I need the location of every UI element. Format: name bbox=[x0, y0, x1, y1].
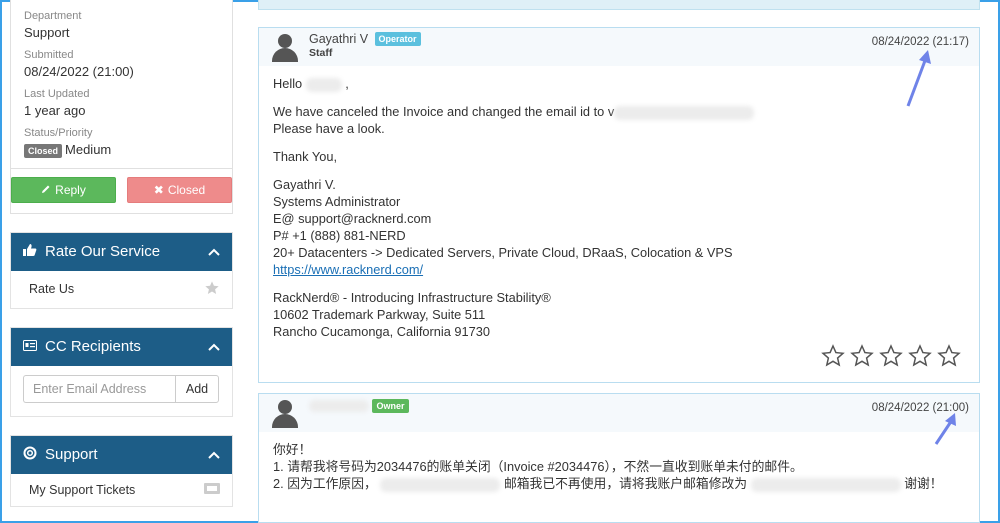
pencil-icon bbox=[41, 183, 51, 197]
ticket-sidebar: Department Support Submitted 08/24/2022 … bbox=[10, 0, 233, 507]
redacted-new-email bbox=[750, 477, 901, 492]
submitted-label: Submitted bbox=[24, 49, 74, 61]
signature-phone: P# +1 (888) 881-NERD bbox=[273, 228, 406, 243]
rating-star-2[interactable] bbox=[850, 344, 874, 368]
body-line-1: We have canceled the Invoice and changed… bbox=[273, 104, 615, 119]
rating-star-1[interactable] bbox=[821, 344, 845, 368]
signature-email: E@ support@racknerd.com bbox=[273, 211, 432, 226]
reply-label: Reply bbox=[55, 182, 86, 197]
cc-recipients-title: CC Recipients bbox=[45, 338, 141, 356]
my-support-tickets-item[interactable]: My Support Tickets bbox=[11, 474, 232, 506]
redacted-old-email bbox=[380, 477, 501, 492]
address-card-icon bbox=[23, 338, 37, 355]
owner-badge: Owner bbox=[372, 399, 409, 413]
rating-star-5[interactable] bbox=[937, 344, 961, 368]
chevron-up-icon bbox=[208, 338, 220, 355]
signature-name: Gayathri V. bbox=[273, 177, 336, 192]
closed-button[interactable]: ✖ Closed bbox=[127, 176, 232, 203]
body-line-2a: 2. 因为工作原因， bbox=[273, 476, 377, 491]
body-line-1: 1. 请帮我将号码为2034476的账单关闭（Invoice #2034476）… bbox=[273, 459, 803, 474]
redacted-name bbox=[305, 77, 342, 92]
times-icon: ✖ bbox=[153, 182, 164, 197]
annotation-arrow-icon bbox=[906, 50, 931, 107]
rate-us-item[interactable]: Rate Us bbox=[11, 271, 232, 308]
rating-star-3[interactable] bbox=[879, 344, 903, 368]
my-support-tickets-label: My Support Tickets bbox=[29, 482, 136, 497]
priority-value: Medium bbox=[65, 142, 112, 157]
reply-body: 你好！ 1. 请帮我将号码为2034476的账单关闭（Invoice #2034… bbox=[259, 432, 979, 502]
ticket-reply-owner: Owner 08/24/2022 (21:00) 你好！ 1. 请帮我将号码为2… bbox=[258, 393, 980, 523]
ticket-status-bar bbox=[258, 0, 980, 10]
closed-label: Closed bbox=[167, 182, 206, 197]
body-line-2: Please have a look. bbox=[273, 121, 385, 136]
cc-add-button[interactable]: Add bbox=[175, 374, 219, 403]
signature-datacenters: 20+ Datacenters -> Dedicated Servers, Pr… bbox=[273, 245, 733, 260]
department-label: Department bbox=[24, 10, 82, 22]
chevron-up-icon bbox=[208, 446, 220, 463]
life-ring-icon bbox=[23, 446, 37, 464]
cc-recipients-header[interactable]: CC Recipients bbox=[11, 327, 232, 366]
star-icon bbox=[204, 280, 220, 299]
cc-email-input[interactable]: Enter Email Address bbox=[23, 374, 175, 403]
user-avatar-icon bbox=[271, 32, 299, 62]
cc-form: Enter Email Address Add bbox=[11, 366, 232, 416]
operator-badge: Operator bbox=[374, 32, 421, 46]
cc-recipients-panel: CC Recipients Enter Email Address Add bbox=[10, 326, 233, 417]
greeting-comma: , bbox=[345, 76, 349, 91]
body-line-2b: 邮箱我已不再使用，请将我账户邮箱修改为 bbox=[503, 476, 748, 491]
status-label: Status/Priority bbox=[24, 127, 93, 139]
annotation-arrow-icon bbox=[934, 413, 956, 445]
department-value: Support bbox=[24, 25, 70, 40]
ticket-icon bbox=[204, 482, 220, 497]
support-title: Support bbox=[45, 446, 98, 464]
greeting: Hello bbox=[273, 76, 303, 91]
rate-service-panel: Rate Our Service Rate Us bbox=[10, 231, 233, 309]
user-avatar-icon bbox=[271, 398, 299, 428]
signature-title: Systems Administrator bbox=[273, 194, 401, 209]
ticket-reply-staff: Gayathri V Operator Staff 08/24/2022 (21… bbox=[258, 27, 980, 383]
rate-us-label: Rate Us bbox=[29, 282, 75, 297]
greeting: 你好！ bbox=[273, 442, 312, 457]
support-panel: Support My Support Tickets bbox=[10, 434, 233, 507]
rating-star-4[interactable] bbox=[908, 344, 932, 368]
reply-rating bbox=[821, 344, 961, 368]
submitted-value: 08/24/2022 (21:00) bbox=[24, 64, 134, 79]
reply-button[interactable]: Reply bbox=[11, 176, 116, 203]
ticket-info: Department Support Submitted 08/24/2022 … bbox=[10, 0, 233, 169]
address-line-2: 10602 Trademark Parkway, Suite 511 bbox=[273, 307, 486, 322]
support-header[interactable]: Support bbox=[11, 435, 232, 474]
signature-website-link[interactable]: https://www.racknerd.com/ bbox=[273, 262, 423, 277]
body-line-2c: 谢谢！ bbox=[904, 476, 943, 491]
reply-body: Hello , We have canceled the Invoice and… bbox=[259, 66, 979, 361]
reply-date: 08/24/2022 (21:17) bbox=[871, 36, 969, 48]
address-line-3: Rancho Cucamonga, California 91730 bbox=[273, 324, 490, 339]
redacted-email bbox=[614, 105, 755, 120]
status-badge: Closed bbox=[24, 143, 63, 158]
thanks-line: Thank You, bbox=[273, 149, 338, 164]
chevron-up-icon bbox=[208, 243, 220, 260]
status-value: Closed Medium bbox=[24, 142, 219, 158]
reply-header: Gayathri V Operator Staff 08/24/2022 (21… bbox=[259, 28, 979, 66]
author-name: Gayathri V bbox=[309, 32, 369, 46]
last-updated-value: 1 year ago bbox=[24, 103, 86, 118]
rate-service-title: Rate Our Service bbox=[45, 243, 161, 261]
address-line-1: RackNerd® - Introducing Infrastructure S… bbox=[273, 290, 551, 305]
redacted-author-name bbox=[309, 399, 369, 412]
ticket-actions: Reply ✖ Closed bbox=[10, 168, 233, 214]
author-role: Staff bbox=[309, 47, 333, 59]
ticket-conversation: Gayathri V Operator Staff 08/24/2022 (21… bbox=[258, 0, 980, 523]
reply-header: Owner 08/24/2022 (21:00) bbox=[259, 394, 979, 432]
rate-service-header[interactable]: Rate Our Service bbox=[11, 232, 232, 271]
last-updated-label: Last Updated bbox=[24, 88, 90, 100]
thumbs-up-icon bbox=[23, 243, 37, 261]
